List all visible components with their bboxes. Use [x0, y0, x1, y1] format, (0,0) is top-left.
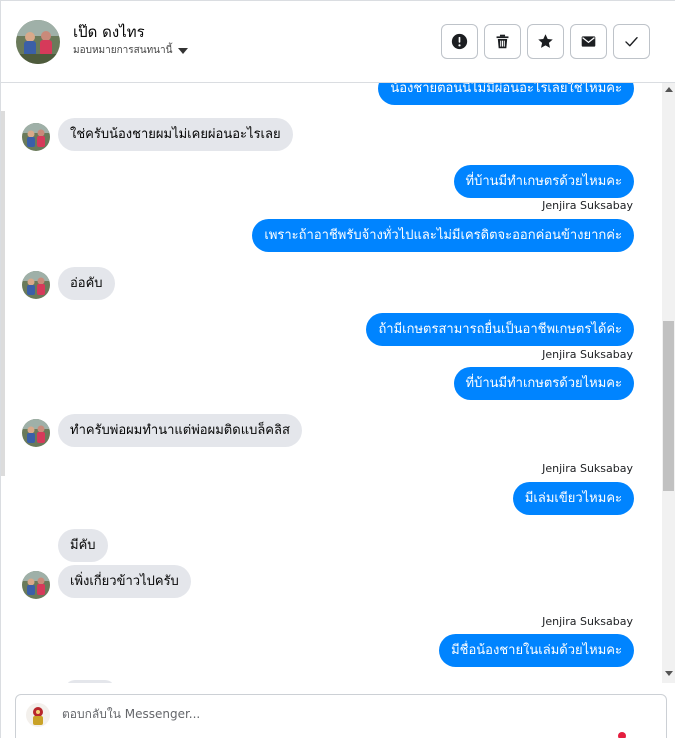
- message-row-outgoing: เพราะถ้าอาชีพรับจ้างทั่วไปและไม่มีเครดิต…: [252, 219, 634, 252]
- page-avatar: [26, 703, 50, 727]
- contact-name: เป๊ด ดงไทร: [73, 23, 145, 41]
- assign-conversation-dropdown[interactable]: มอบหมายการสนทนานี้: [73, 43, 189, 58]
- message-bubble-outgoing: ถ้ามีเกษตรสามารถยื่นเป็นอาชีพเกษตรได้ค่ะ: [366, 313, 634, 346]
- message-row-outgoing: ที่บ้านมีทำเกษตรด้วยไหมคะ: [453, 367, 634, 400]
- message-bubble-outgoing: เพราะถ้าอาชีพรับจ้างทั่วไปและไม่มีเครดิต…: [252, 219, 634, 252]
- sender-name: Jenjira Suksabay: [542, 462, 633, 475]
- message-bubble-outgoing: ที่บ้านมีทำเกษตรด้วยไหมคะ: [453, 165, 634, 198]
- message-row-incoming: เพิ่งเกี่ยวข้าวไปครับ: [58, 565, 191, 598]
- message-row-outgoing: ที่บ้านมีทำเกษตรด้วยไหมคะ: [453, 165, 634, 198]
- message-row-incoming: อ่อคับ: [58, 267, 115, 300]
- star-icon: [538, 34, 553, 48]
- message-row-outgoing: มีเล่มเขียวไหมคะ: [512, 482, 634, 515]
- scrollbar-thumb[interactable]: [663, 321, 674, 491]
- report-button[interactable]: [441, 24, 478, 59]
- contact-avatar-small: [22, 419, 50, 447]
- check-icon: [625, 36, 638, 47]
- message-bubble-incoming: มีคับ: [58, 529, 108, 562]
- message-bubble-outgoing: น้องชายตอนนี้ไม่มีผ่อนอะไรเลยใช่ไหมคะ: [378, 83, 634, 105]
- mark-unread-button[interactable]: [570, 24, 607, 59]
- message-bubble-incoming: เพิ่งเกี่ยวข้าวไปครับ: [58, 565, 191, 598]
- message-bubble-outgoing: มีเล่มเขียวไหมคะ: [512, 482, 634, 515]
- assign-label: มอบหมายการสนทนานี้: [73, 45, 173, 56]
- conversation-window: เป๊ด ดงไทร มอบหมายการสนทนานี้ น้องชายตอน…: [0, 0, 675, 738]
- conversation-header: เป๊ด ดงไทร มอบหมายการสนทนานี้: [1, 1, 675, 83]
- message-row-incoming: [65, 680, 115, 683]
- message-bubble-partial: [65, 680, 115, 683]
- contact-avatar-small: [22, 271, 50, 299]
- panel-edge: [1, 111, 5, 476]
- message-bubble-incoming: ทำครับพ่อผมทำนาแต่พ่อผมติดแบล็คลิส: [58, 414, 302, 447]
- trash-icon: [496, 34, 509, 49]
- message-row-outgoing: ถ้ามีเกษตรสามารถยื่นเป็นอาชีพเกษตรได้ค่ะ: [366, 313, 634, 346]
- message-row-outgoing: น้องชายตอนนี้ไม่มีผ่อนอะไรเลยใช่ไหมคะ: [378, 83, 634, 105]
- message-row-incoming: ทำครับพ่อผมทำนาแต่พ่อผมติดแบล็คลิส: [58, 414, 302, 447]
- message-list[interactable]: น้องชายตอนนี้ไม่มีผ่อนอะไรเลยใช่ไหมคะ ใช…: [1, 83, 662, 683]
- message-row-incoming: ใช่ครับน้องชายผมไม่เคยผ่อนอะไรเลย: [58, 118, 293, 151]
- sender-name: Jenjira Suksabay: [542, 348, 633, 361]
- report-icon: [451, 33, 468, 50]
- message-bubble-outgoing: มีชื่อน้องชายในเล่มด้วยไหมคะ: [439, 634, 634, 667]
- envelope-icon: [581, 36, 596, 47]
- notification-dot: [618, 732, 626, 738]
- message-bubble-outgoing: ที่บ้านมีทำเกษตรด้วยไหมคะ: [453, 367, 634, 400]
- reply-composer: [15, 694, 667, 738]
- star-button[interactable]: [527, 24, 564, 59]
- scroll-up-arrow-icon[interactable]: [665, 87, 673, 92]
- reply-input[interactable]: [62, 707, 622, 721]
- header-actions: [441, 24, 650, 59]
- message-row-outgoing: มีชื่อน้องชายในเล่มด้วยไหมคะ: [439, 634, 634, 667]
- message-bubble-incoming: ใช่ครับน้องชายผมไม่เคยผ่อนอะไรเลย: [58, 118, 293, 151]
- mark-done-button[interactable]: [613, 24, 650, 59]
- contact-avatar-small: [22, 123, 50, 151]
- message-bubble-incoming: อ่อคับ: [58, 267, 115, 300]
- sender-name: Jenjira Suksabay: [542, 199, 633, 212]
- contact-avatar[interactable]: [16, 20, 60, 64]
- sender-name: Jenjira Suksabay: [542, 615, 633, 628]
- scroll-down-arrow-icon[interactable]: [665, 671, 673, 676]
- message-row-incoming: มีคับ: [58, 529, 108, 562]
- contact-avatar-small: [22, 571, 50, 599]
- delete-button[interactable]: [484, 24, 521, 59]
- caret-down-icon: [178, 47, 189, 54]
